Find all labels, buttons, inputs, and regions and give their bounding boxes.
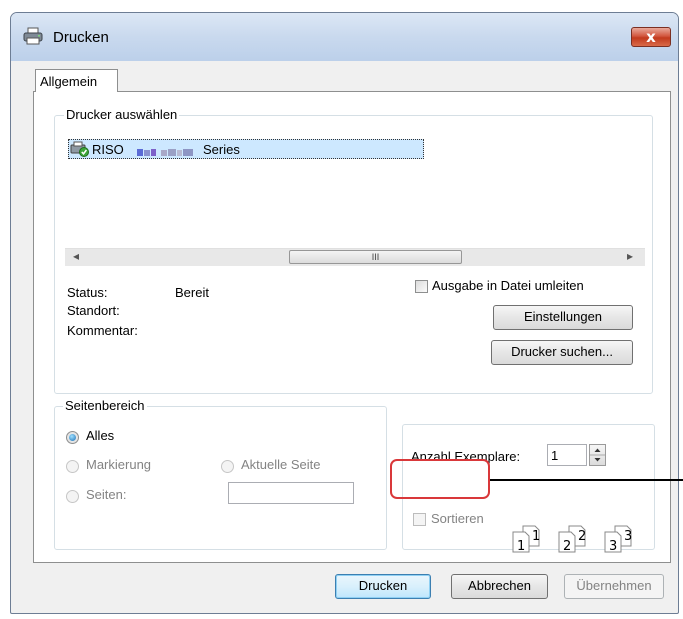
scrollbar-grip: III <box>371 252 380 262</box>
collate-page-3-icon: 3 3 <box>604 525 632 554</box>
settings-button[interactable]: Einstellungen <box>493 305 633 330</box>
svg-text:2: 2 <box>563 539 571 554</box>
status-label: Status: <box>67 285 108 300</box>
network-printer-icon <box>70 141 90 157</box>
location-label: Standort: <box>67 303 120 318</box>
scroll-right-arrow-icon[interactable]: ▸ <box>627 249 633 263</box>
svg-text:3: 3 <box>624 529 632 544</box>
collate-page-1-icon: 1 1 <box>512 525 540 554</box>
pages-input[interactable] <box>228 482 354 504</box>
collate-page-1-back-num: 1 <box>532 529 540 544</box>
print-button[interactable]: Drucken <box>335 574 431 599</box>
comment-label: Kommentar: <box>67 323 138 338</box>
apply-button: Übernehmen <box>564 574 664 599</box>
collate-page-2-icon: 2 2 <box>558 525 586 554</box>
print-to-file-label: Ausgabe in Datei umleiten <box>432 278 584 293</box>
copies-count-input[interactable]: 1 <box>547 444 587 466</box>
printer-select-group: Drucker auswählen RISO Series ◂ III ▸ St… <box>54 107 653 394</box>
collate-checkbox[interactable] <box>413 513 426 526</box>
radio-all[interactable] <box>66 431 79 444</box>
radio-current-page[interactable] <box>221 460 234 473</box>
dialog-body: Allgemein Drucker auswählen RISO Series … <box>19 61 671 607</box>
svg-text:2: 2 <box>578 529 586 544</box>
scrollbar-thumb[interactable]: III <box>289 250 462 264</box>
status-value: Bereit <box>175 285 209 300</box>
radio-selection-label: Markierung <box>86 457 152 472</box>
radio-pages-label: Seiten: <box>86 487 127 502</box>
collate-preview: 1 1 2 2 3 3 <box>511 524 646 554</box>
cancel-button[interactable]: Abbrechen <box>451 574 548 599</box>
page-range-group: Seitenbereich Alles Markierung Aktuelle … <box>54 398 387 550</box>
radio-all-label: Alles <box>86 428 115 443</box>
printer-icon <box>23 27 43 45</box>
tab-allgemein[interactable]: Allgemein <box>35 69 118 92</box>
scroll-left-arrow-icon[interactable]: ◂ <box>73 249 79 263</box>
copies-count-value: 1 <box>551 448 559 463</box>
callout-line <box>490 479 683 481</box>
printer-list-item[interactable]: RISO Series <box>68 139 424 159</box>
tab-label: Allgemein <box>40 74 98 89</box>
horizontal-scrollbar[interactable]: ◂ III ▸ <box>65 248 645 266</box>
title-bar[interactable]: Drucken x <box>11 13 678 61</box>
window-title: Drucken <box>53 29 109 46</box>
print-to-file-checkbox[interactable] <box>415 280 428 293</box>
spin-up-icon <box>594 448 601 452</box>
radio-current-page-label: Aktuelle Seite <box>241 457 321 472</box>
collate-highlight-ring <box>390 459 490 499</box>
printer-name-suffix: Series <box>203 142 240 157</box>
spin-down-icon <box>594 458 601 462</box>
printer-name-prefix: RISO <box>92 142 124 157</box>
collate-label: Sortieren <box>431 511 484 526</box>
tab-panel-general: Drucker auswählen RISO Series ◂ III ▸ St… <box>33 91 671 563</box>
radio-pages[interactable] <box>66 490 79 503</box>
close-icon: x <box>646 28 656 46</box>
find-printer-button[interactable]: Drucker suchen... <box>491 340 633 365</box>
radio-selection[interactable] <box>66 460 79 473</box>
printer-list[interactable]: RISO Series <box>65 135 645 248</box>
copies-spinner[interactable] <box>589 444 606 466</box>
redacted-model-name <box>137 145 199 156</box>
print-dialog-window: Drucken x Allgemein Drucker auswählen RI… <box>10 12 679 614</box>
close-button[interactable]: x <box>631 27 671 47</box>
printer-group-legend: Drucker auswählen <box>64 107 180 122</box>
svg-text:3: 3 <box>609 539 617 554</box>
collate-page-1-front-num: 1 <box>517 539 525 554</box>
page-range-legend: Seitenbereich <box>63 398 147 413</box>
